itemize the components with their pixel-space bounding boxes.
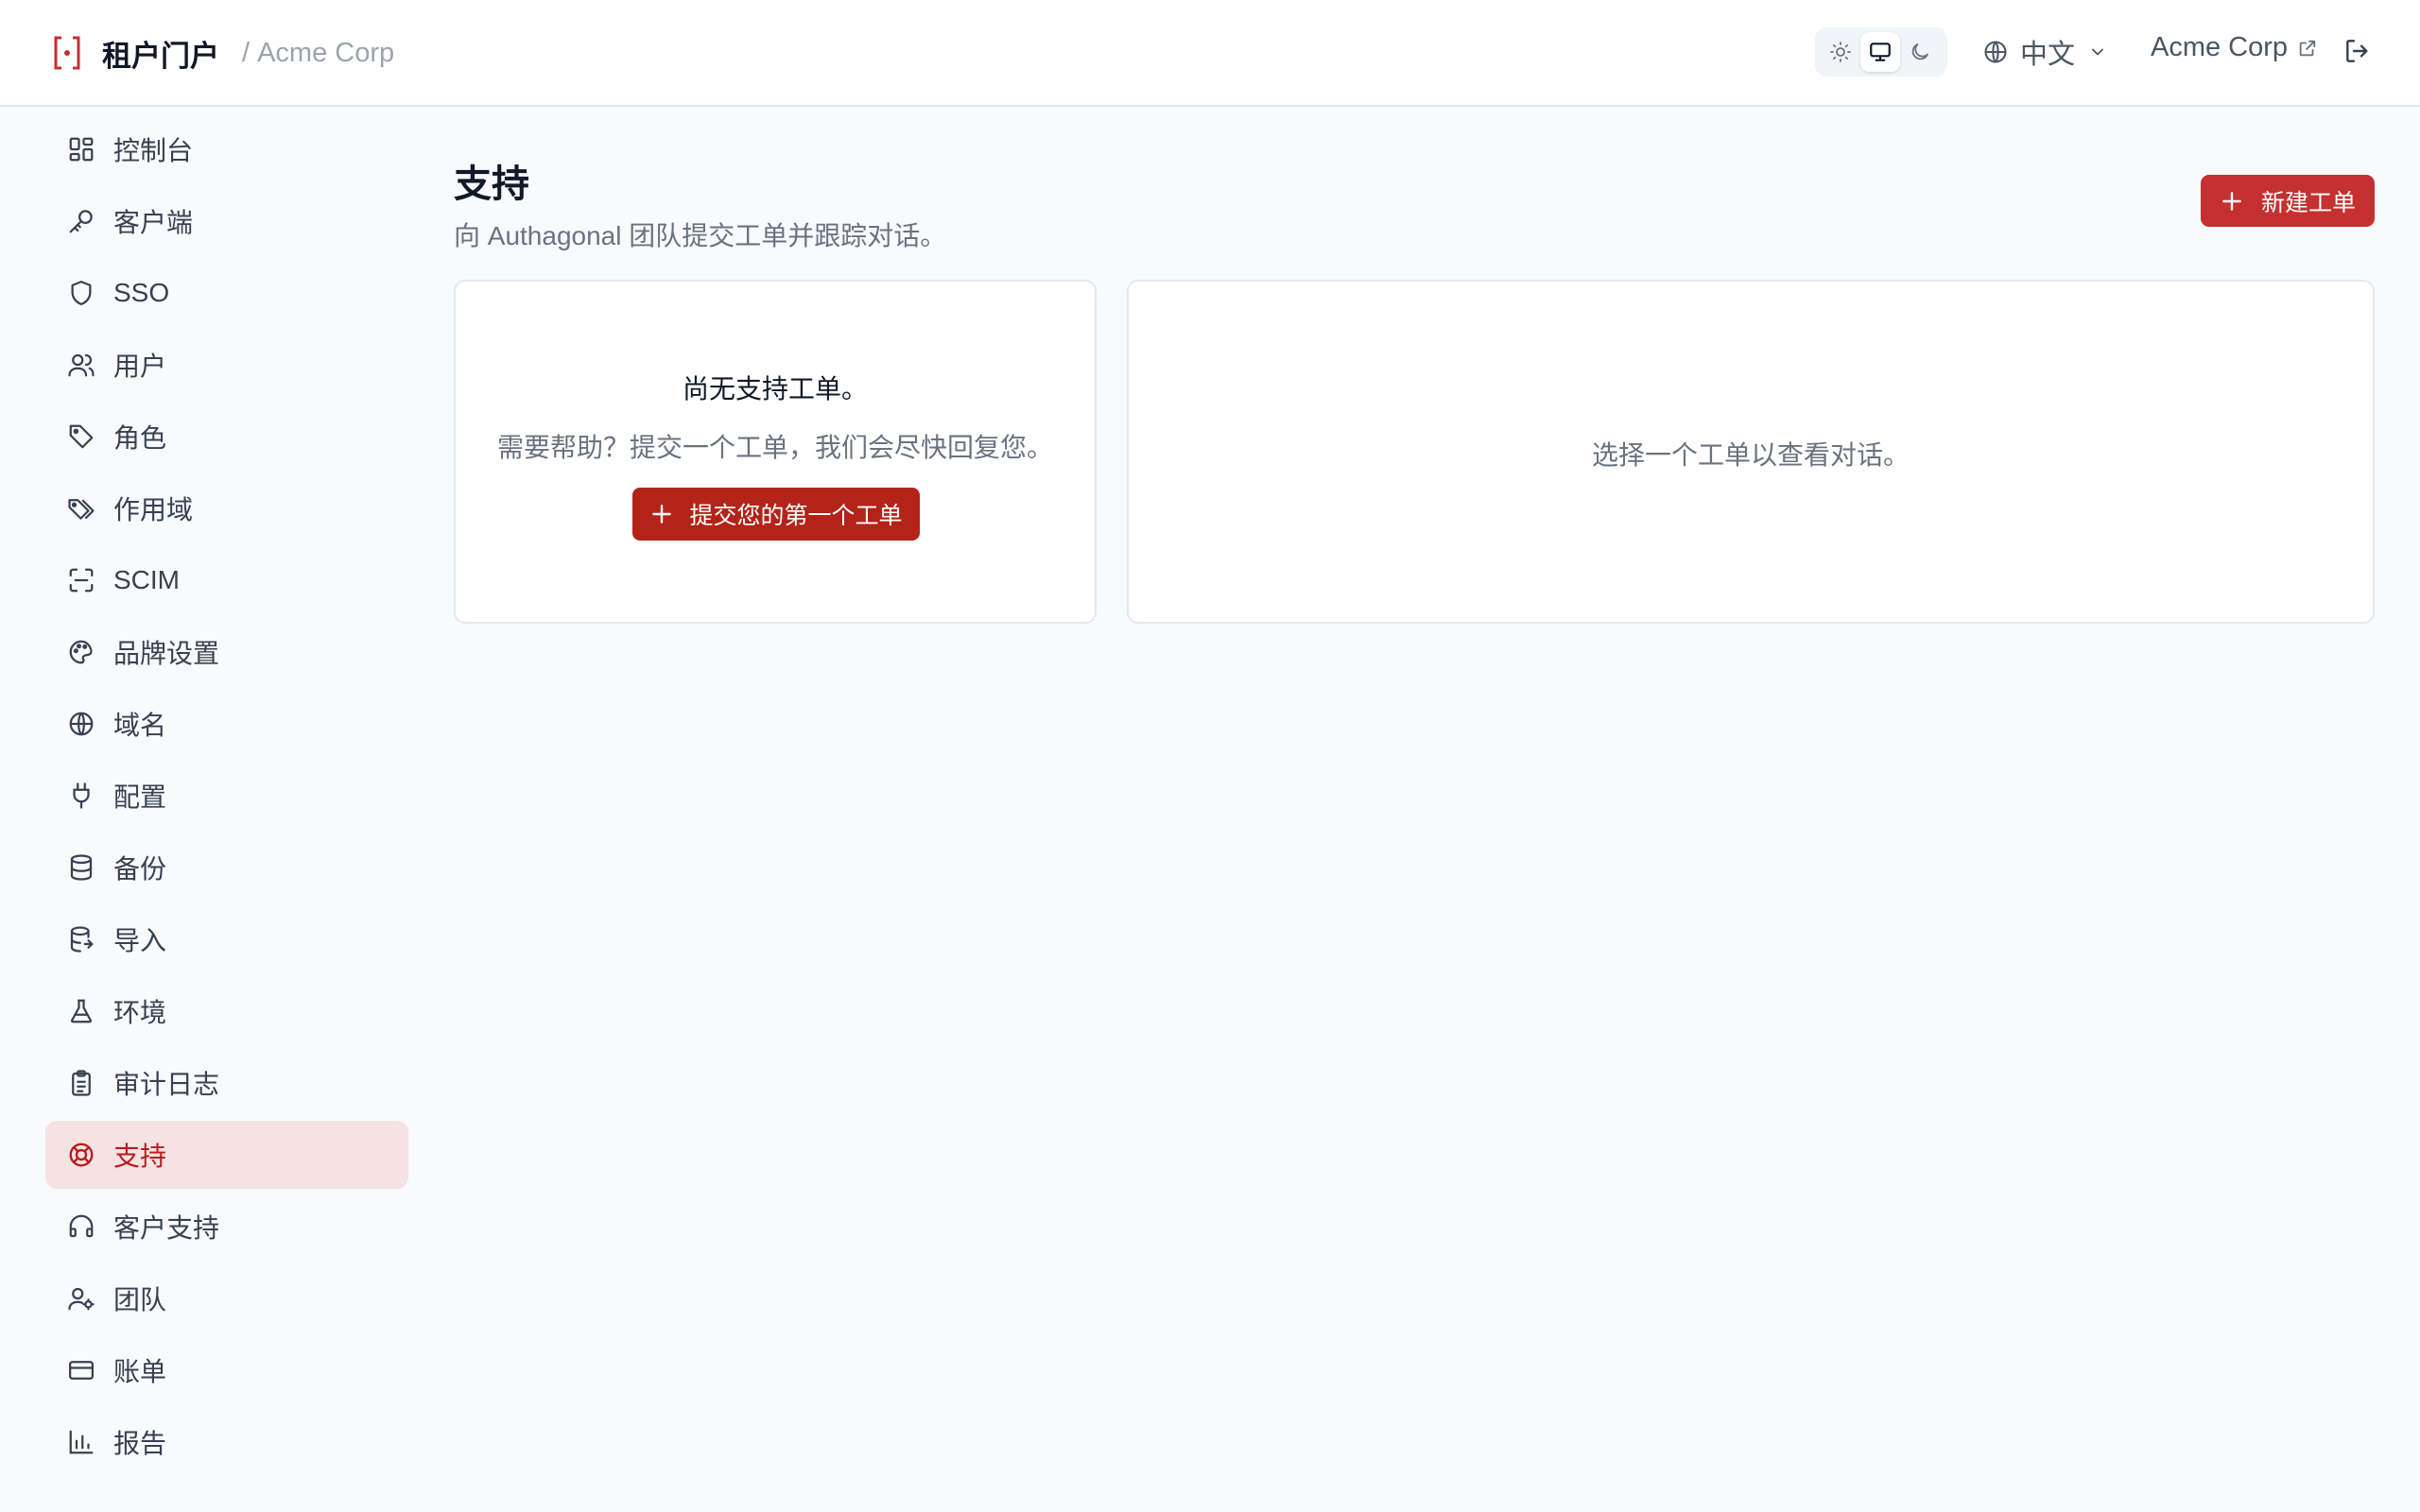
sidebar-item-label: 备份: [113, 854, 167, 884]
brand[interactable]: 租户门户 / Acme Corp: [51, 30, 394, 76]
sidebar-item-team[interactable]: 团队: [45, 1264, 408, 1332]
scan-icon: [66, 565, 96, 595]
sidebar-item-backups[interactable]: 备份: [45, 833, 408, 902]
sidebar-item-audit-log[interactable]: 审计日志: [45, 1049, 408, 1117]
sidebar-item-reports[interactable]: 报告: [45, 1408, 408, 1476]
external-link-icon: [2299, 40, 2316, 56]
moon-icon: [1911, 43, 1928, 60]
globe-icon: [66, 709, 96, 739]
empty-state-description: 需要帮助？提交一个工单，我们会尽快回复您。: [496, 433, 1053, 462]
light-theme-button[interactable]: [1821, 32, 1860, 72]
dashboard-icon: [66, 134, 96, 164]
sidebar-item-label: SSO: [113, 278, 170, 307]
headset-icon: [66, 1211, 96, 1242]
tag-icon: [66, 421, 96, 452]
sidebar-item-scopes[interactable]: 作用域: [45, 474, 408, 542]
sidebar-item-clients[interactable]: 客户端: [45, 187, 408, 255]
sidebar-item-scim[interactable]: SCIM: [45, 546, 408, 614]
users-icon: [66, 350, 96, 380]
sidebar-item-label: 客户端: [113, 208, 194, 237]
language-selector[interactable]: 中文: [1982, 32, 2107, 72]
sidebar-item-roles[interactable]: 角色: [45, 403, 408, 471]
tenant-link-label: Acme Corp: [2151, 32, 2289, 62]
sidebar-item-label: 审计日志: [113, 1070, 220, 1099]
monitor-icon: [1870, 43, 1891, 61]
sidebar-item-label: 域名: [113, 711, 167, 740]
sidebar-nav: 控制台 客户端 SSO 用户 角色 作用域 SCIM 品牌设置 域名 配置 备份…: [45, 115, 408, 1480]
submit-first-ticket-label: 提交您的第一个工单: [689, 503, 903, 529]
dark-theme-button[interactable]: [1900, 32, 1940, 72]
sidebar-item-import[interactable]: 导入: [45, 905, 408, 973]
ticket-list-panel: 尚无支持工单。 需要帮助？提交一个工单，我们会尽快回复您。 提交您的第一个工单: [454, 280, 1097, 624]
flask-icon: [66, 996, 96, 1026]
sidebar-item-billing[interactable]: 账单: [45, 1336, 408, 1404]
logout-button[interactable]: [2342, 36, 2373, 71]
theme-toggle: [1815, 27, 1947, 77]
sidebar-item-label: 团队: [113, 1285, 167, 1314]
sidebar-item-label: 控制台: [113, 136, 194, 165]
sidebar-item-label: 配置: [113, 782, 167, 812]
sidebar-item-label: 报告: [113, 1429, 167, 1458]
sidebar-item-label: 作用域: [113, 495, 194, 524]
life-buoy-icon: [66, 1140, 96, 1170]
submit-first-ticket-button[interactable]: 提交您的第一个工单: [632, 488, 920, 541]
sidebar-item-label: 支持: [113, 1142, 167, 1171]
sidebar-item-label: 账单: [113, 1357, 167, 1386]
sun-icon: [1830, 42, 1851, 62]
sidebar-item-support[interactable]: 支持: [45, 1121, 408, 1189]
language-label: 中文: [2020, 40, 2076, 70]
sidebar-item-config[interactable]: 配置: [45, 762, 408, 830]
sidebar-item-label: 用户: [113, 352, 167, 381]
sidebar-item-label: 角色: [113, 423, 167, 453]
user-cog-icon: [66, 1283, 96, 1314]
breadcrumb-tenant: Acme Corp: [257, 37, 395, 68]
sidebar-item-domains[interactable]: 域名: [45, 690, 408, 758]
chevron-down-icon: [2092, 48, 2103, 56]
new-ticket-button[interactable]: 新建工单: [2201, 175, 2375, 227]
sidebar-item-customer-support[interactable]: 客户支持: [45, 1193, 408, 1261]
breadcrumb-separator: /: [242, 37, 251, 68]
plug-icon: [66, 781, 96, 811]
sidebar-item-label: 环境: [113, 998, 167, 1027]
sidebar-item-sso[interactable]: SSO: [45, 259, 408, 327]
plus-icon: [652, 505, 672, 524]
credit-card-icon: [66, 1355, 96, 1385]
sidebar-item-environments[interactable]: 环境: [45, 977, 408, 1045]
page-title: 支持: [454, 163, 529, 205]
brand-logo-icon: [51, 30, 83, 76]
sidebar-item-users[interactable]: 用户: [45, 331, 408, 399]
new-ticket-label: 新建工单: [2260, 189, 2356, 216]
plus-icon: [2222, 191, 2241, 211]
logout-icon: [2346, 40, 2368, 62]
sidebar-item-label: SCIM: [113, 565, 180, 594]
key-icon: [66, 206, 96, 236]
palette-icon: [66, 637, 96, 667]
sidebar-item-label: 品牌设置: [113, 639, 220, 668]
select-ticket-hint: 选择一个工单以查看对话。: [1591, 440, 1910, 470]
page-subtitle: 向 Authagonal 团队提交工单并跟踪对话。: [454, 221, 947, 250]
database-import-icon: [66, 924, 96, 954]
tags-icon: [66, 493, 96, 524]
system-theme-button[interactable]: [1860, 32, 1900, 72]
empty-state-title: 尚无支持工单。: [682, 374, 868, 404]
sidebar-item-branding[interactable]: 品牌设置: [45, 618, 408, 686]
bar-chart-icon: [66, 1427, 96, 1457]
globe-icon: [1984, 41, 2007, 63]
portal-title: 租户门户: [102, 39, 219, 73]
clipboard-icon: [66, 1068, 96, 1098]
tenant-external-link[interactable]: Acme Corp: [2151, 32, 2318, 63]
top-header: 租户门户 / Acme Corp 中文 Acme Corp: [0, 0, 2420, 107]
conversation-panel: 选择一个工单以查看对话。: [1127, 280, 2375, 624]
database-icon: [66, 852, 96, 883]
sidebar-item-label: 导入: [113, 926, 167, 955]
sidebar-item-dashboard[interactable]: 控制台: [45, 115, 408, 183]
shield-icon: [66, 278, 96, 308]
sidebar-item-label: 客户支持: [113, 1213, 220, 1243]
